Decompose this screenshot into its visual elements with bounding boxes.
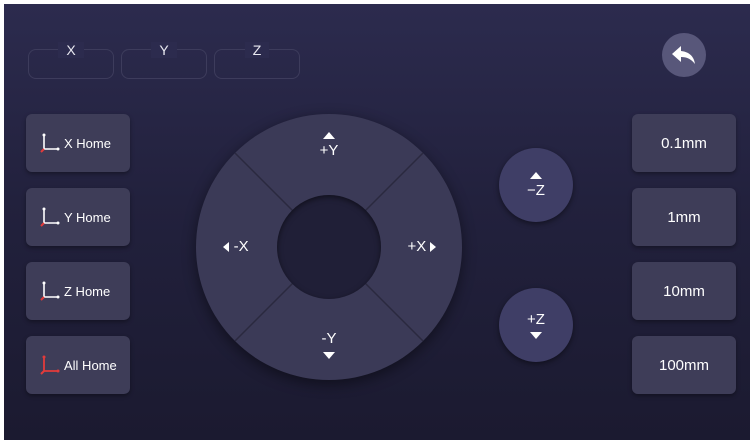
jog-minus-y-button[interactable]: -Y	[299, 320, 359, 370]
z-coordinate-label: Z	[244, 42, 270, 58]
arrow-up-icon	[530, 171, 542, 179]
arrow-down-icon	[323, 352, 335, 359]
all-home-label: All Home	[64, 357, 117, 373]
z-coordinate-box: Z	[214, 42, 300, 79]
axis-icon	[40, 281, 60, 301]
undo-arrow-icon	[672, 46, 695, 64]
minus-z-label: −Z	[527, 181, 545, 199]
x-coordinate-label: X	[58, 42, 84, 58]
move-axis-screen: X Y Z X Home Y Home Z Home All Home +Y -…	[4, 4, 750, 440]
plus-z-button[interactable]: +Z	[499, 288, 573, 362]
jog-plus-x-label: +X	[407, 238, 427, 255]
jog-minus-x-label: -X	[233, 238, 249, 255]
y-home-button[interactable]: Y Home	[26, 188, 130, 246]
jog-plus-x-button[interactable]: +X	[390, 232, 454, 262]
axis-icon	[40, 355, 60, 375]
jog-minus-x-button[interactable]: -X	[204, 232, 268, 262]
jog-minus-y-label: -Y	[321, 330, 337, 347]
step-0-1mm-button[interactable]: 0.1mm	[632, 114, 736, 172]
arrow-right-icon	[430, 242, 437, 253]
step-1mm-button[interactable]: 1mm	[632, 188, 736, 246]
plus-z-label: +Z	[527, 311, 545, 328]
x-home-button[interactable]: X Home	[26, 114, 130, 172]
back-button[interactable]	[662, 33, 706, 77]
y-coordinate-box: Y	[121, 42, 207, 79]
jog-wheel: +Y -Y -X +X	[196, 114, 462, 380]
step-100mm-button[interactable]: 100mm	[632, 336, 736, 394]
x-home-label: X Home	[64, 135, 111, 151]
y-home-label: Y Home	[64, 209, 111, 225]
z-home-button[interactable]: Z Home	[26, 262, 130, 320]
jog-plus-y-button[interactable]: +Y	[299, 124, 359, 184]
arrow-up-icon	[323, 132, 335, 139]
minus-z-button[interactable]: −Z	[499, 148, 573, 222]
axis-icon	[40, 133, 60, 153]
arrow-down-icon	[530, 332, 542, 339]
arrow-left-icon	[223, 242, 230, 253]
axis-icon	[40, 207, 60, 227]
x-coordinate-box: X	[28, 42, 114, 79]
y-coordinate-label: Y	[151, 42, 177, 58]
all-home-button[interactable]: All Home	[26, 336, 130, 394]
step-10mm-button[interactable]: 10mm	[632, 262, 736, 320]
wheel-center	[277, 195, 381, 299]
jog-plus-y-label: +Y	[319, 142, 339, 159]
z-home-label: Z Home	[64, 283, 111, 299]
